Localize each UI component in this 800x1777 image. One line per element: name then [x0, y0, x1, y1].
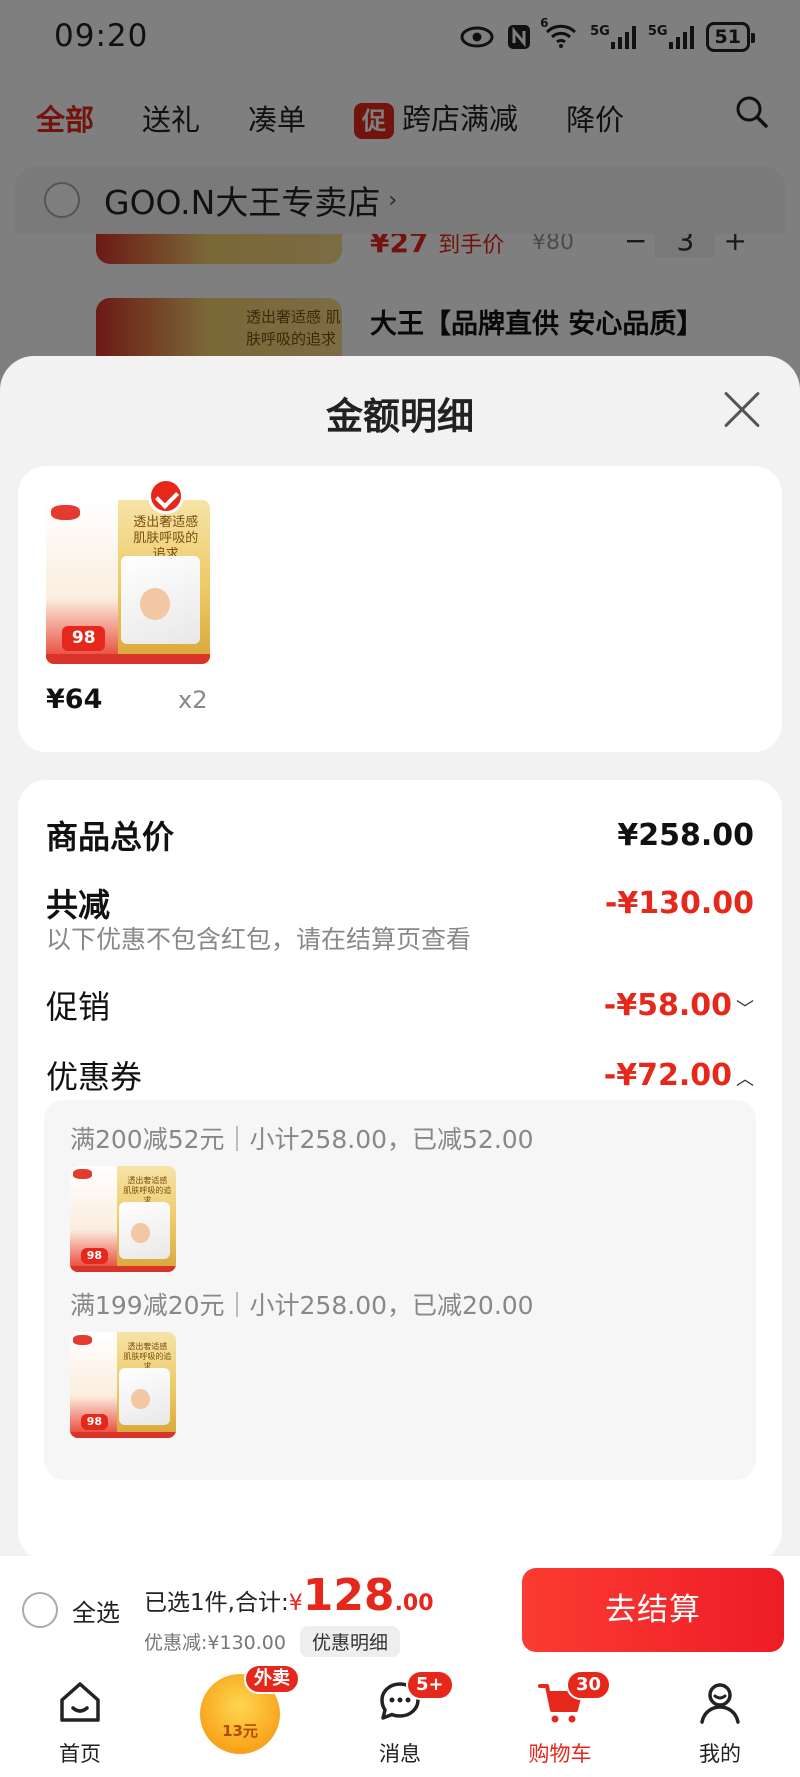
promo-row[interactable]: 促销 -¥58.00 ﹀ [46, 982, 754, 1028]
nav-messages-label: 消息 [379, 1742, 421, 1766]
selected-check-icon [148, 478, 184, 514]
total-price-value: ¥258.00 [617, 817, 754, 853]
nav-waimai[interactable]: 13元 外卖 [160, 1664, 320, 1777]
item-unit-price: ¥64 [46, 684, 103, 715]
select-all[interactable]: 全选 [22, 1592, 120, 1628]
discount-line: 优惠减:¥130.00 优惠明细 [144, 1626, 400, 1657]
select-all-label: 全选 [72, 1598, 120, 1627]
price-summary-card: 商品总价 ¥258.00 共减 -¥130.00 以下优惠不包含红包，请在结算页… [18, 780, 782, 1560]
total-amount-decimal: .00 [394, 1591, 434, 1616]
bottom-nav: 首页 13元 外卖 5+ 消息 30 购物车 我的 [0, 1664, 800, 1777]
home-icon [60, 1682, 100, 1722]
total-price-label: 商品总价 [46, 818, 175, 856]
select-all-radio[interactable] [22, 1592, 58, 1628]
coupon-label: 优惠券 [46, 1058, 143, 1096]
selected-count-text: 已选1件,合计: [144, 1590, 289, 1616]
nav-messages[interactable]: 5+ 消息 [320, 1664, 480, 1777]
discount-detail-button[interactable]: 优惠明细 [299, 1626, 400, 1657]
nav-cart-label: 购物车 [528, 1742, 592, 1766]
messages-badge: 5+ [406, 1670, 454, 1700]
total-reduced-value: -¥130.00 [604, 885, 754, 921]
item-card: 透出奢适感 肌肤呼吸的追求 98 ¥64 x2 [18, 466, 782, 752]
coupon-rule-1: 满200减52元｜小计258.00，已减52.00 [70, 1125, 534, 1154]
discount-amount: 优惠减:¥130.00 [144, 1632, 286, 1654]
sheet-title: 金额明细 [326, 395, 474, 438]
promo-value: -¥58.00 ﹀ [603, 987, 754, 1023]
total-amount-integer: 128 [302, 1570, 395, 1621]
product-thumbnail[interactable]: 透出奢适感 肌肤呼吸的追求 98 [46, 500, 210, 664]
coupon-2-product-thumb[interactable]: 透出奢适感 肌肤呼吸的追求 98 [70, 1332, 176, 1438]
waimai-amount: 13元 [222, 1722, 258, 1740]
coupon-rule-2: 满199减20元｜小计258.00，已减20.00 [70, 1291, 534, 1320]
checkout-bar: 全选 已选1件,合计:¥128.00 优惠减:¥130.00 优惠明细 去结算 [0, 1556, 800, 1664]
promo-label: 促销 [46, 988, 111, 1026]
coupon-value: -¥72.00 ︿ [603, 1057, 754, 1093]
chevron-up-icon: ︿ [736, 1068, 754, 1090]
item-quantity: x2 [178, 686, 208, 714]
coupon-1-thumb-text: 透出奢适感 肌肤呼吸的追求 [123, 1175, 172, 1205]
total-price-row: 商品总价 ¥258.00 [46, 812, 754, 858]
waimai-badge: 外卖 [244, 1664, 300, 1694]
total-currency: ¥ [288, 1591, 303, 1616]
nav-profile[interactable]: 我的 [640, 1664, 800, 1777]
cart-badge: 30 [566, 1670, 612, 1700]
nav-home-label: 首页 [59, 1742, 101, 1766]
coupon-1-product-thumb[interactable]: 透出奢适感 肌肤呼吸的追求 98 [70, 1166, 176, 1272]
nav-profile-label: 我的 [699, 1742, 741, 1766]
coupon-2-thumb-text: 透出奢适感 肌肤呼吸的追求 [123, 1341, 172, 1371]
nav-cart[interactable]: 30 购物车 [480, 1664, 640, 1777]
nav-home[interactable]: 首页 [0, 1664, 160, 1777]
close-icon[interactable] [722, 390, 762, 430]
coupon-2-thumb-price: 98 [80, 1413, 109, 1430]
product-thumb-price: 98 [62, 626, 106, 651]
profile-icon [700, 1683, 740, 1724]
coupon-detail-box: 满200减52元｜小计258.00，已减52.00 透出奢适感 肌肤呼吸的追求 … [44, 1100, 756, 1480]
chevron-down-icon: ﹀ [736, 998, 754, 1020]
discount-hint: 以下优惠不包含红包，请在结算页查看 [46, 925, 472, 954]
coupon-row[interactable]: 优惠券 -¥72.00 ︿ [46, 1052, 754, 1098]
coupon-1-thumb-price: 98 [80, 1247, 109, 1264]
amount-detail-sheet: 金额明细 透出奢适感 肌肤呼吸的追求 98 ¥64 x2 商品总价 ¥258.0… [0, 356, 800, 1560]
checkout-button[interactable]: 去结算 [522, 1568, 784, 1652]
total-line: 已选1件,合计:¥128.00 [144, 1570, 434, 1621]
